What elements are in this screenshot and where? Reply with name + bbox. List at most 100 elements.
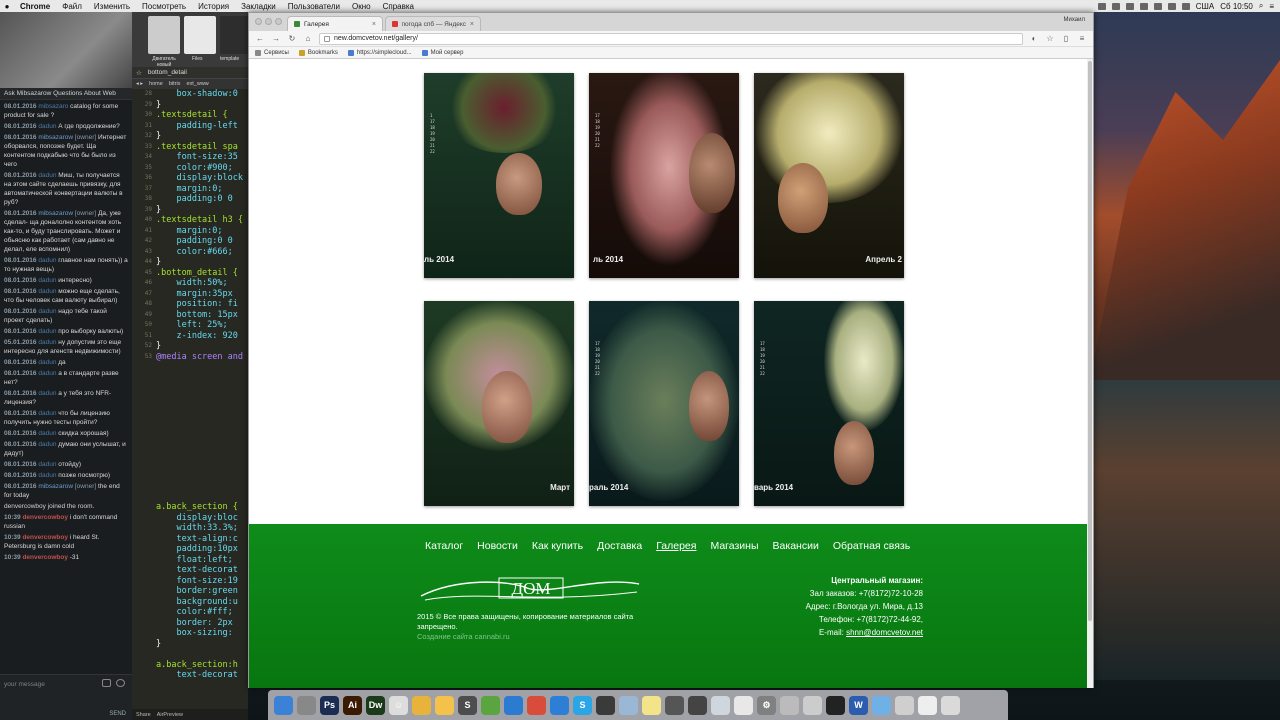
message-user[interactable]: dadun (38, 328, 56, 335)
page-info-icon[interactable] (324, 35, 330, 42)
chrome-canary-icon[interactable] (412, 695, 431, 715)
menu-help[interactable]: Справка (377, 2, 420, 11)
send-button[interactable]: SEND (109, 711, 126, 717)
message-user[interactable]: dadun (38, 472, 56, 479)
folder-icon[interactable] (872, 695, 891, 715)
footer-nav-link[interactable]: Вакансии (773, 540, 819, 552)
bookmark-my-server[interactable]: Мой сервер (421, 49, 463, 56)
tray-icon[interactable] (1111, 2, 1120, 10)
message-user[interactable]: dadun (38, 390, 56, 397)
menu-file[interactable]: Файл (56, 2, 88, 11)
gallery-photo[interactable]: 17 18 19 20 21 22 варь 2014 (754, 301, 904, 506)
find-query[interactable]: bottom_detail (148, 69, 187, 76)
forward-icon[interactable]: → (271, 34, 281, 43)
bookmark-simplecloud[interactable]: https://simplecloud... (347, 49, 412, 56)
capture-icon[interactable] (688, 695, 707, 715)
crumb-arrow-icon[interactable]: ◂ ▸ (136, 81, 143, 87)
crumb-item[interactable]: home (149, 81, 163, 87)
tray-icon[interactable] (1097, 2, 1106, 10)
close-window-icon[interactable] (255, 18, 262, 25)
message-user[interactable]: dadun (38, 441, 56, 448)
menu-window[interactable]: Окно (346, 2, 377, 11)
chrome-menu-icon[interactable]: ≡ (1077, 34, 1087, 43)
cubes-icon[interactable] (711, 695, 730, 715)
gallery-photo[interactable]: Март (424, 301, 574, 506)
message-user[interactable]: dadun (38, 430, 56, 437)
desktop-thumb[interactable] (148, 16, 180, 54)
footer-nav-link[interactable]: Каталог (425, 540, 463, 552)
settings-icon[interactable]: ⚙ (757, 695, 776, 715)
message-user[interactable]: dadun (38, 277, 56, 284)
gallery-photo[interactable]: 17 18 19 20 21 22 раль 2014 (589, 301, 739, 506)
keyboard-icon[interactable] (102, 679, 111, 687)
menu-clock[interactable]: Сб 10:50 (1220, 2, 1253, 11)
message-user[interactable]: dadun (38, 370, 56, 377)
code-text[interactable]: box-shadow:0} .textsdetail { padding-left… (156, 89, 243, 362)
scroll-thumb[interactable] (1088, 61, 1092, 621)
finder-icon[interactable] (274, 695, 293, 715)
emoji-icon[interactable] (116, 679, 125, 687)
zoom-window-icon[interactable] (275, 18, 282, 25)
bookmark-star-icon[interactable]: ☆ (1045, 34, 1055, 43)
template-thumb[interactable] (220, 16, 248, 54)
footer-nav-link[interactable]: Новости (477, 540, 518, 552)
share-button[interactable]: Share (136, 712, 151, 718)
preview-icon[interactable] (619, 695, 638, 715)
close-tab-icon[interactable]: × (372, 21, 376, 28)
close-tab-icon[interactable]: × (470, 21, 474, 28)
illustrator-icon[interactable]: Ai (343, 695, 362, 715)
message-user[interactable]: dadun (38, 339, 56, 346)
back-icon[interactable]: ← (255, 34, 265, 43)
footer-nav-link[interactable]: Обратная связь (833, 540, 910, 552)
terminal-icon[interactable] (826, 695, 845, 715)
tray-icon[interactable] (1139, 2, 1148, 10)
chrome-icon[interactable] (527, 695, 546, 715)
chat-input[interactable]: your message (4, 681, 45, 688)
message-user[interactable]: mibsazarow (38, 210, 73, 217)
appstore-icon[interactable] (550, 695, 569, 715)
obs-icon[interactable] (596, 695, 615, 715)
message-user[interactable]: dadun (38, 172, 56, 179)
gallery-photo[interactable]: 1 17 18 19 20 21 22 ль 2014 (424, 73, 574, 278)
reload-icon[interactable]: ↻ (287, 34, 297, 43)
files-thumb[interactable] (184, 16, 216, 54)
bookmark-bookmarks[interactable]: Bookmarks (298, 49, 338, 56)
gallery-photo[interactable]: Апрель 2 (754, 73, 904, 278)
emoji-icon[interactable]: ☺ (389, 695, 408, 715)
crumb-item[interactable]: bitrix (169, 81, 181, 87)
photoshop-icon[interactable]: Ps (320, 695, 339, 715)
message-user[interactable]: dadun (38, 123, 56, 130)
camera-icon[interactable] (665, 695, 684, 715)
message-user[interactable]: dadun (38, 359, 56, 366)
search-icon[interactable]: ⌕ (1259, 1, 1263, 11)
minimize-window-icon[interactable] (265, 18, 272, 25)
word-icon[interactable]: W (849, 695, 868, 715)
tab-gallery[interactable]: Галерея × (287, 16, 383, 31)
battery-icon[interactable] (1181, 2, 1190, 10)
code-text-lower[interactable]: a.back_section { display:bloc width:33.3… (156, 502, 238, 681)
editor-find-bar[interactable]: ☆ bottom_detail (132, 67, 248, 79)
message-user[interactable]: dadun (38, 257, 56, 264)
device-icon[interactable]: ▯ (1061, 34, 1071, 43)
leaf-icon[interactable] (481, 695, 500, 715)
tools-icon[interactable] (780, 695, 799, 715)
message-user[interactable]: denvercowboy (22, 534, 68, 541)
home-icon[interactable]: ⌂ (303, 34, 313, 43)
tab-weather[interactable]: погода спб — Яндекс: на × (385, 16, 481, 31)
input-source[interactable]: США (1196, 2, 1214, 11)
screens-icon[interactable] (918, 695, 937, 715)
message-user[interactable]: dadun (38, 461, 56, 468)
wifi-icon[interactable] (1153, 2, 1162, 10)
dreamweaver-icon[interactable]: Dw (366, 695, 385, 715)
sketch-icon[interactable] (435, 695, 454, 715)
volume-icon[interactable] (1167, 2, 1176, 10)
menu-bookmarks[interactable]: Закладки (235, 2, 282, 11)
editor-code-area[interactable]: 28 29 30 31 32 33 34 35 36 37 38 39 40 41 42 43 44 45 46 47… (132, 89, 248, 362)
email-link[interactable]: shnn@domcvetov.net (846, 628, 923, 637)
airpreview-button[interactable]: AirPreview (157, 712, 183, 718)
credit-link[interactable]: Создание сайта cannabi.ru (417, 632, 647, 642)
menu-list-icon[interactable]: ≡ (1269, 2, 1274, 11)
safari-icon[interactable] (504, 695, 523, 715)
message-user[interactable]: mibsazaro (38, 103, 68, 110)
extension-icon[interactable]: ◐ (1029, 34, 1039, 43)
